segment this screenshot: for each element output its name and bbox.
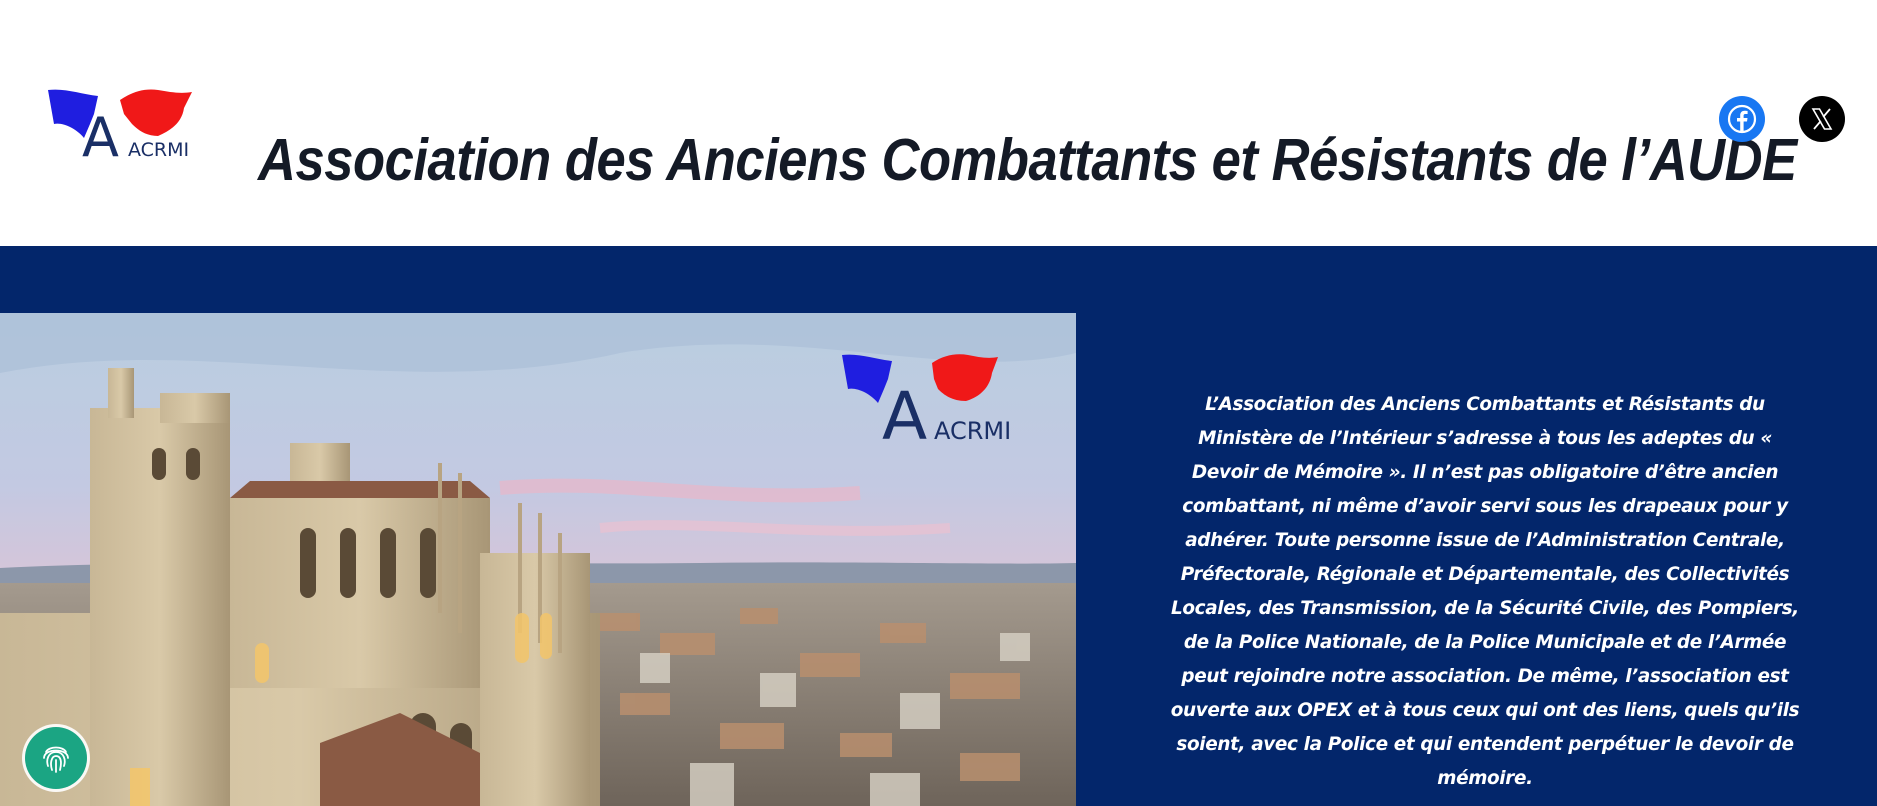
site-header: A ACRMI Association des Anciens Combatta…: [0, 0, 1877, 246]
x-icon: [1811, 108, 1833, 130]
fingerprint-icon: [43, 746, 69, 773]
facebook-link[interactable]: [1719, 96, 1765, 142]
site-logo[interactable]: A ACRMI: [46, 84, 216, 169]
site-title: Association des Anciens Combattants et R…: [258, 126, 1797, 193]
cathedral-photo: A ACRMI: [0, 313, 1076, 806]
acrmi-logo-icon: A ACRMI: [48, 89, 192, 169]
hero-section: A ACRMI L’Association des Anciens Combat…: [0, 246, 1877, 806]
facebook-icon: [1727, 104, 1757, 134]
x-link[interactable]: [1799, 96, 1845, 142]
svg-text:A: A: [882, 378, 927, 455]
svg-text:ACRMI: ACRMI: [934, 417, 1011, 445]
svg-text:A: A: [82, 106, 119, 164]
accessibility-button[interactable]: [25, 727, 87, 789]
svg-text:ACRMI: ACRMI: [128, 139, 189, 161]
hero-description: L’Association des Anciens Combattants et…: [1170, 394, 1800, 790]
